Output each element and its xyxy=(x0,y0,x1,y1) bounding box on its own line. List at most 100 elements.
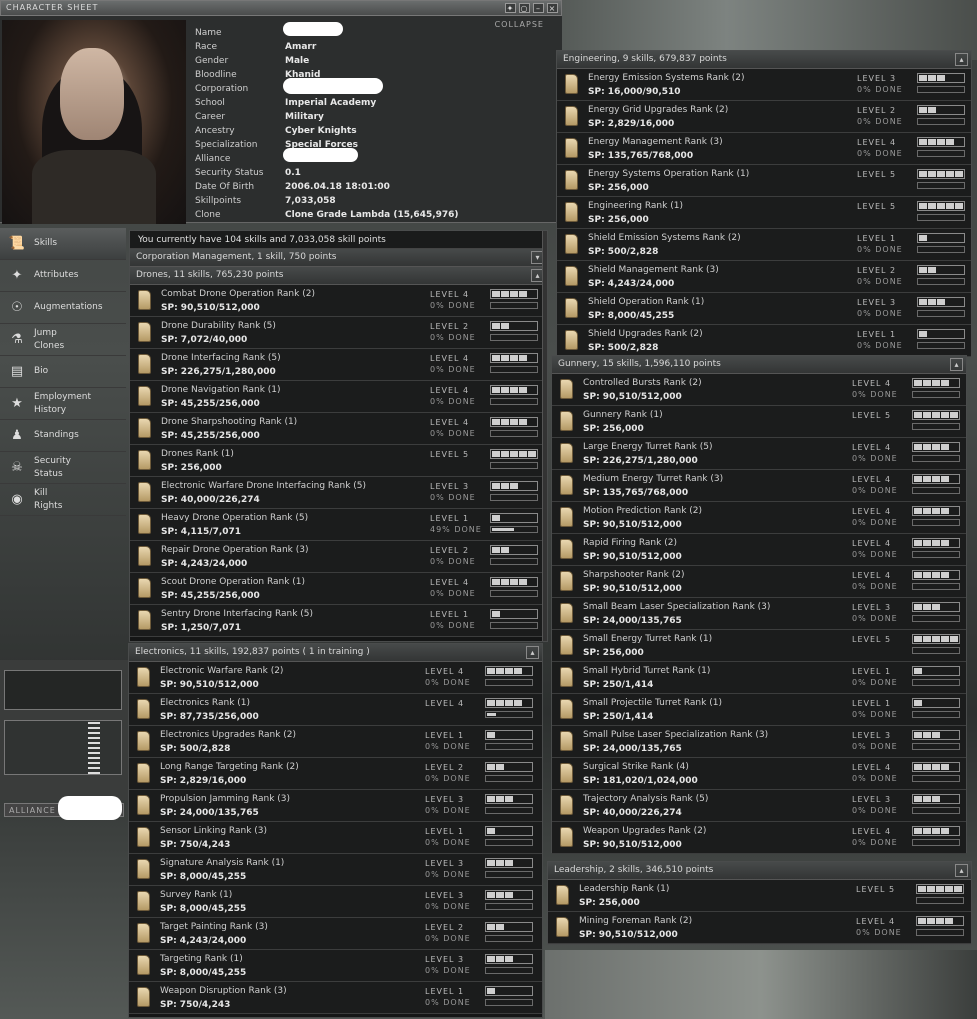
pin-icon[interactable]: ✦ xyxy=(505,3,516,13)
skill-progress-text: 0% DONE xyxy=(425,902,471,911)
skill-level-bar xyxy=(490,545,538,555)
minimize-options-icon[interactable]: ○ xyxy=(519,3,530,13)
skill-name: Weapon Upgrades Rank (2) xyxy=(583,826,707,836)
skill-row[interactable]: Leadership Rank (1) SP: 256,000 LEVEL 5 xyxy=(548,880,971,912)
skill-row[interactable]: Sharpshooter Rank (2) SP: 90,510/512,000 L… xyxy=(552,566,966,598)
skill-row[interactable]: Scout Drone Operation Rank (1) SP: 45,255… xyxy=(130,573,547,605)
nav-item-standings[interactable]: ♟ Standings xyxy=(0,420,126,452)
skill-row[interactable]: Large Energy Turret Rank (5) SP: 226,275/… xyxy=(552,438,966,470)
skill-progress-text: 0% DONE xyxy=(425,870,471,879)
window-titlebar[interactable]: CHARACTER SHEET ✦ ○ – × xyxy=(0,0,562,16)
attributes-icon: ✦ xyxy=(11,268,23,283)
skill-row[interactable]: Medium Energy Turret Rank (3) SP: 135,765… xyxy=(552,470,966,502)
skill-row[interactable]: Propulsion Jamming Rank (3) SP: 24,000/13… xyxy=(129,790,542,822)
collapse-toggle-icon[interactable]: ▴ xyxy=(950,358,963,371)
scrollbar[interactable] xyxy=(542,231,547,641)
skill-row[interactable]: Weapon Disruption Rank (3) SP: 750/4,243 L… xyxy=(129,982,542,1014)
skill-level-bar xyxy=(485,730,533,740)
skill-book-icon xyxy=(565,74,578,94)
nav-item-kill-rights[interactable]: ◉ Kill Rights xyxy=(0,484,126,516)
skill-group-header[interactable]: Drones, 11 skills, 765,230 points ▴ xyxy=(130,267,547,285)
skill-row[interactable]: Long Range Targeting Rank (2) SP: 2,829/1… xyxy=(129,758,542,790)
nav-item-security[interactable]: ☠ Security Status xyxy=(0,452,126,484)
skill-row[interactable]: Gunnery Rank (1) SP: 256,000 LEVEL 5 xyxy=(552,406,966,438)
skill-row[interactable]: Heavy Drone Operation Rank (5) SP: 4,115/… xyxy=(130,509,547,541)
collapse-button[interactable]: COLLAPSE xyxy=(495,20,544,29)
skill-row[interactable]: Sentry Drone Interfacing Rank (5) SP: 1,2… xyxy=(130,605,547,637)
skill-points: SP: 8,000/45,255 xyxy=(160,904,247,914)
skill-row[interactable]: Small Beam Laser Specialization Rank (3)… xyxy=(552,598,966,630)
skill-row[interactable]: Small Hybrid Turret Rank (1) SP: 250/1,41… xyxy=(552,662,966,694)
skill-row[interactable]: Drones Rank (1) SP: 256,000 LEVEL 5 xyxy=(130,445,547,477)
skill-row[interactable]: Electronics Rank (1) SP: 87,735/256,000 LE… xyxy=(129,694,542,726)
skill-row[interactable]: Trajectory Analysis Rank (5) SP: 40,000/2… xyxy=(552,790,966,822)
skill-level: LEVEL 3 xyxy=(852,731,892,740)
skill-row[interactable]: Sensor Linking Rank (3) SP: 750/4,243 LEVE… xyxy=(129,822,542,854)
skill-row[interactable]: Surgical Strike Rank (4) SP: 181,020/1,02… xyxy=(552,758,966,790)
skill-points: SP: 500/2,828 xyxy=(588,343,659,353)
skill-row[interactable]: Electronic Warfare Rank (2) SP: 90,510/51… xyxy=(129,662,542,694)
skill-row[interactable]: Electronics Upgrades Rank (2) SP: 500/2,8… xyxy=(129,726,542,758)
skill-row[interactable]: Controlled Bursts Rank (2) SP: 90,510/512… xyxy=(552,374,966,406)
skill-row[interactable]: Small Energy Turret Rank (1) SP: 256,000 L… xyxy=(552,630,966,662)
skill-row[interactable]: Target Painting Rank (3) SP: 4,243/24,000… xyxy=(129,918,542,950)
skill-row[interactable]: Survey Rank (1) SP: 8,000/45,255 LEVEL 3 0%… xyxy=(129,886,542,918)
skill-group-header[interactable]: Engineering, 9 skills, 679,837 points ▴ xyxy=(557,51,971,69)
info-value: Military xyxy=(285,112,324,122)
skill-row[interactable]: Rapid Firing Rank (2) SP: 90,510/512,000 L… xyxy=(552,534,966,566)
nav-item-jump-clones[interactable]: ⚗ Jump Clones xyxy=(0,324,126,356)
skill-row[interactable]: Electronic Warfare Drone Interfacing Ran… xyxy=(130,477,547,509)
skill-row[interactable]: Targeting Rank (1) SP: 8,000/45,255 LEVEL … xyxy=(129,950,542,982)
nav-item-employment[interactable]: ★ Employment History xyxy=(0,388,126,420)
skill-row[interactable]: Drone Interfacing Rank (5) SP: 226,275/1,… xyxy=(130,349,547,381)
skill-level: LEVEL 3 xyxy=(425,795,465,804)
skill-row[interactable]: Motion Prediction Rank (2) SP: 90,510/512… xyxy=(552,502,966,534)
skill-level-bar xyxy=(490,321,538,331)
redaction-blot xyxy=(283,148,358,162)
skill-training-bar xyxy=(912,615,960,622)
skill-row[interactable]: Mining Foreman Rank (2) SP: 90,510/512,00… xyxy=(548,912,971,944)
skill-group-header[interactable]: Corporation Management, 1 skill, 750 poi… xyxy=(130,249,547,267)
collapse-toggle-icon[interactable]: ▴ xyxy=(526,646,539,659)
info-label: Race xyxy=(195,42,218,52)
nav-item-augmentations[interactable]: ☉ Augmentations xyxy=(0,292,126,324)
info-label: Name xyxy=(195,28,222,38)
skill-points: SP: 24,000/135,765 xyxy=(160,808,259,818)
skill-row[interactable]: Shield Operation Rank (1) SP: 8,000/45,25… xyxy=(557,293,971,325)
skill-row[interactable]: Drone Durability Rank (5) SP: 7,072/40,00… xyxy=(130,317,547,349)
nav-item-bio[interactable]: ▤ Bio xyxy=(0,356,126,388)
skill-level: LEVEL 3 xyxy=(425,859,465,868)
skill-row[interactable]: Energy Emission Systems Rank (2) SP: 16,0… xyxy=(557,69,971,101)
skill-row[interactable]: Drone Navigation Rank (1) SP: 45,255/256,… xyxy=(130,381,547,413)
collapse-toggle-icon[interactable]: ▴ xyxy=(955,53,968,66)
skill-row[interactable]: Small Projectile Turret Rank (1) SP: 250/… xyxy=(552,694,966,726)
skill-training-bar xyxy=(490,590,538,597)
skill-row[interactable]: Drone Sharpshooting Rank (1) SP: 45,255/2… xyxy=(130,413,547,445)
skill-level-bar xyxy=(917,137,965,147)
skill-points: SP: 4,243/24,000 xyxy=(588,279,675,289)
skill-name: Drone Interfacing Rank (5) xyxy=(161,353,281,363)
skill-row[interactable]: Small Pulse Laser Specialization Rank (3… xyxy=(552,726,966,758)
skill-row[interactable]: Engineering Rank (1) SP: 256,000 LEVEL 5 xyxy=(557,197,971,229)
skill-row[interactable]: Repair Drone Operation Rank (3) SP: 4,243… xyxy=(130,541,547,573)
skill-row[interactable]: Shield Emission Systems Rank (2) SP: 500/… xyxy=(557,229,971,261)
skill-group-header[interactable]: Leadership, 2 skills, 346,510 points ▴ xyxy=(548,862,971,880)
nav-item-skills[interactable]: 📜 Skills xyxy=(0,228,126,260)
skill-row[interactable]: Signature Analysis Rank (1) SP: 8,000/45,… xyxy=(129,854,542,886)
skill-book-icon xyxy=(556,917,569,937)
skill-row[interactable]: Energy Management Rank (3) SP: 135,765/76… xyxy=(557,133,971,165)
skill-row[interactable]: Shield Management Rank (3) SP: 4,243/24,0… xyxy=(557,261,971,293)
skill-group-header[interactable]: Gunnery, 15 skills, 1,596,110 points ▴ xyxy=(552,356,966,374)
skill-row[interactable]: Weapon Upgrades Rank (2) SP: 90,510/512,0… xyxy=(552,822,966,854)
close-icon[interactable]: × xyxy=(547,3,558,13)
skill-group-header[interactable]: Electronics, 11 skills, 192,837 points (… xyxy=(129,644,542,662)
collapse-toggle-icon[interactable]: ▴ xyxy=(955,864,968,877)
nav-item-attributes[interactable]: ✦ Attributes xyxy=(0,260,126,292)
skill-row[interactable]: Combat Drone Operation Rank (2) SP: 90,51… xyxy=(130,285,547,317)
skill-name: Small Pulse Laser Specialization Rank (3… xyxy=(583,730,769,740)
minimize-icon[interactable]: – xyxy=(533,3,544,13)
skill-points: SP: 2,829/16,000 xyxy=(160,776,247,786)
skill-row[interactable]: Energy Grid Upgrades Rank (2) SP: 2,829/1… xyxy=(557,101,971,133)
skill-row[interactable]: Shield Upgrades Rank (2) SP: 500/2,828 LEV… xyxy=(557,325,971,357)
skill-row[interactable]: Energy Systems Operation Rank (1) SP: 256… xyxy=(557,165,971,197)
